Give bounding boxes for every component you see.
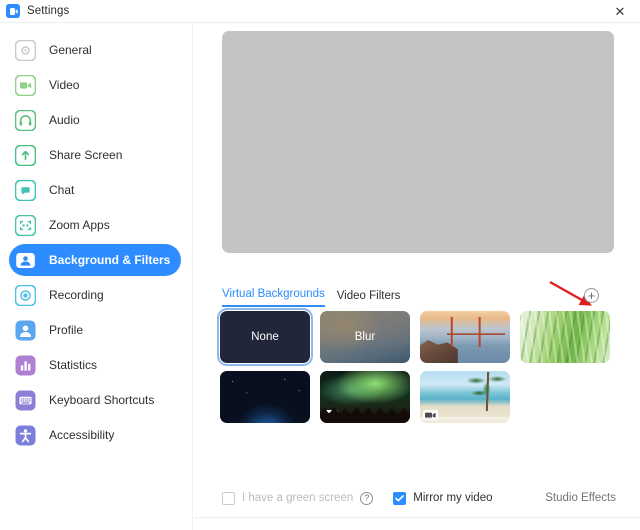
tab-video-filters[interactable]: Video Filters (337, 290, 401, 307)
background-thumbnail[interactable] (420, 311, 510, 363)
video-camera-icon (15, 74, 36, 96)
tab-virtual-backgrounds[interactable]: Virtual Backgrounds (222, 288, 325, 307)
profile-icon (15, 320, 36, 341)
settings-sidebar: General Video Audio Share Screen Chat Zo… (0, 23, 193, 530)
green-screen-checkbox-box[interactable] (222, 491, 235, 505)
headphones-icon (15, 109, 36, 131)
background-thumbnail-label: None (251, 331, 279, 343)
sidebar-item-label: Zoom Apps (49, 218, 110, 232)
sidebar-item-label: Audio (49, 113, 80, 127)
sidebar-item-label: Profile (49, 323, 84, 337)
footer-controls: I have a green screen ? Mirror my video … (194, 484, 640, 512)
title-bar: Settings ✕ (0, 0, 640, 23)
zoom-logo-icon (6, 4, 20, 18)
mirror-video-checkbox-box[interactable] (393, 491, 407, 505)
background-thumbnail[interactable] (220, 371, 310, 423)
sidebar-item-share-screen[interactable]: Share Screen (9, 139, 181, 171)
sidebar-item-keyboard-shortcuts[interactable]: Keyboard Shortcuts (9, 384, 181, 416)
studio-effects-link[interactable]: Studio Effects (545, 492, 616, 504)
sidebar-item-video[interactable]: Video (9, 69, 181, 101)
video-badge-icon (323, 410, 338, 420)
sidebar-item-profile[interactable]: Profile (9, 314, 181, 346)
background-thumbnail[interactable]: None (217, 308, 313, 366)
background-thumbnail[interactable]: Blur (320, 311, 410, 363)
accessibility-icon (15, 425, 36, 446)
video-preview (222, 31, 614, 253)
green-screen-checkbox[interactable]: I have a green screen (222, 491, 354, 505)
mirror-video-label: Mirror my video (413, 492, 493, 504)
background-thumbnail[interactable] (420, 371, 510, 423)
background-thumbnail-grid: None Blur (217, 308, 620, 423)
sidebar-item-label: Keyboard Shortcuts (49, 393, 155, 407)
sidebar-item-recording[interactable]: Recording (9, 279, 181, 311)
background-tabs: Virtual Backgrounds Video Filters (222, 288, 400, 307)
sidebar-item-chat[interactable]: Chat (9, 174, 181, 206)
share-screen-icon (15, 144, 36, 166)
sidebar-item-accessibility[interactable]: Accessibility (9, 419, 181, 451)
background-thumbnail-label: Blur (354, 331, 376, 343)
bar-chart-icon (15, 355, 36, 376)
footer-divider (194, 517, 640, 518)
sidebar-item-label: Video (49, 78, 80, 92)
sidebar-item-label: Chat (49, 183, 75, 197)
record-icon (15, 284, 36, 306)
main-content: Virtual Backgrounds Video Filters + None B… (194, 23, 640, 530)
sidebar-item-label: Share Screen (49, 148, 123, 162)
sidebar-item-label: Recording (49, 288, 104, 302)
sidebar-item-label: Statistics (49, 358, 98, 372)
sidebar-item-label: Background & Filters (49, 253, 171, 267)
background-thumbnail[interactable] (520, 311, 610, 363)
sidebar-item-general[interactable]: General (9, 34, 181, 66)
green-screen-label: I have a green screen (242, 492, 354, 504)
background-thumbnail[interactable] (320, 371, 410, 423)
sidebar-item-label: General (49, 43, 92, 57)
window-title: Settings (27, 5, 70, 17)
mirror-video-checkbox[interactable]: Mirror my video (393, 491, 493, 505)
add-background-button[interactable]: + (584, 288, 599, 303)
sidebar-item-audio[interactable]: Audio (9, 104, 181, 136)
sidebar-item-zoom-apps[interactable]: Zoom Apps (9, 209, 181, 241)
sidebar-item-background-filters[interactable]: Background & Filters (9, 244, 181, 276)
zoom-apps-icon (15, 214, 36, 236)
background-icon (15, 250, 36, 271)
close-icon[interactable]: ✕ (600, 0, 640, 23)
settings-window: Settings ✕ General Video Audio Share Scr… (0, 0, 640, 530)
sidebar-item-label: Accessibility (49, 428, 115, 442)
gear-icon (15, 39, 36, 61)
help-icon[interactable]: ? (360, 491, 374, 505)
chat-bubble-icon (15, 179, 36, 201)
video-badge-icon (423, 410, 438, 420)
keyboard-icon (15, 390, 36, 411)
sidebar-item-statistics[interactable]: Statistics (9, 349, 181, 381)
